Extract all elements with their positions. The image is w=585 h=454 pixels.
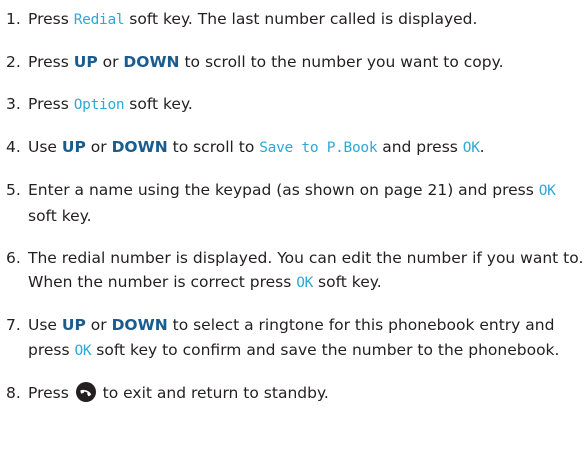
- step-text-fragment: or: [85, 316, 112, 334]
- step-text-fragment: Use: [28, 138, 62, 156]
- step-text: Use UP or DOWN to select a ringtone for …: [28, 313, 585, 363]
- step-6: 6. The redial number is displayed. You ca…: [6, 246, 585, 296]
- display-text: OK: [462, 140, 480, 156]
- step-4: 4. Use UP or DOWN to scroll to Save to P.…: [6, 135, 585, 161]
- step-text-fragment: soft key to confirm and save the number …: [91, 340, 560, 359]
- step-text-fragment: soft key.: [313, 273, 382, 291]
- step-text-fragment: Press: [28, 53, 74, 71]
- step-text: Use UP or DOWN to scroll to Save to P.Bo…: [28, 135, 585, 161]
- step-text: Press to exit and return to standby.: [28, 381, 585, 406]
- step-number: 6.: [6, 248, 21, 267]
- instruction-steps: 1. Press Redial soft key. The last number…: [0, 0, 585, 405]
- step-text: The redial number is displayed. You can …: [28, 246, 585, 296]
- step-number: 1.: [6, 10, 21, 28]
- step-text: Press Option soft key.: [28, 92, 585, 118]
- step-text-fragment: to scroll to the number you want to copy…: [179, 53, 504, 71]
- display-text: Save to P.Book: [259, 140, 378, 156]
- step-number: 8.: [6, 383, 21, 402]
- display-text: Redial: [73, 12, 125, 28]
- step-number: 4.: [6, 138, 21, 156]
- step-text: Press Redial soft key. The last number c…: [28, 7, 585, 33]
- display-text: Option: [73, 97, 125, 113]
- step-text: Press UP or DOWN to scroll to the number…: [28, 50, 585, 75]
- step-text-fragment: Enter a name using the keypad (as shown …: [28, 181, 539, 199]
- key-name: DOWN: [123, 53, 180, 71]
- key-name: DOWN: [111, 138, 168, 156]
- display-text: OK: [538, 183, 556, 199]
- step-text-fragment: Press: [28, 95, 74, 113]
- step-text: Enter a name using the keypad (as shown …: [28, 178, 585, 228]
- step-number: 5.: [6, 181, 21, 199]
- step-text-fragment: or: [97, 53, 124, 71]
- step-text-fragment: soft key.: [28, 206, 92, 225]
- step-text-fragment: soft key.: [124, 95, 193, 113]
- step-7: 7. Use UP or DOWN to select a ringtone fo…: [6, 313, 585, 363]
- step-5: 5. Enter a name using the keypad (as show…: [6, 178, 585, 228]
- display-text: OK: [74, 342, 92, 359]
- key-name: UP: [61, 316, 86, 334]
- step-text-fragment: Use: [28, 316, 62, 334]
- key-name: DOWN: [111, 316, 168, 334]
- step-text-fragment: to scroll to: [167, 138, 260, 156]
- step-text-fragment: soft key. The last number called is disp…: [124, 10, 478, 28]
- step-text-fragment: or: [85, 138, 112, 156]
- step-number: 7.: [6, 316, 21, 334]
- step-8: 8. Press to exit and return to standby.: [6, 381, 585, 406]
- display-text: OK: [296, 275, 314, 291]
- step-text-fragment: .: [479, 138, 485, 156]
- step-text-fragment: to exit and return to standby.: [97, 383, 329, 402]
- end-call-icon: [75, 381, 96, 402]
- key-name: UP: [73, 53, 98, 71]
- step-text-fragment: Press: [28, 10, 74, 28]
- step-3: 3. Press Option soft key.: [6, 92, 585, 118]
- step-number: 3.: [6, 95, 21, 113]
- step-text-fragment: Press: [28, 383, 74, 402]
- step-text-fragment: and press: [377, 138, 463, 156]
- step-number: 2.: [6, 53, 21, 71]
- step-2: 2. Press UP or DOWN to scroll to the numb…: [6, 50, 585, 75]
- key-name: UP: [61, 138, 86, 156]
- step-1: 1. Press Redial soft key. The last number…: [6, 7, 585, 33]
